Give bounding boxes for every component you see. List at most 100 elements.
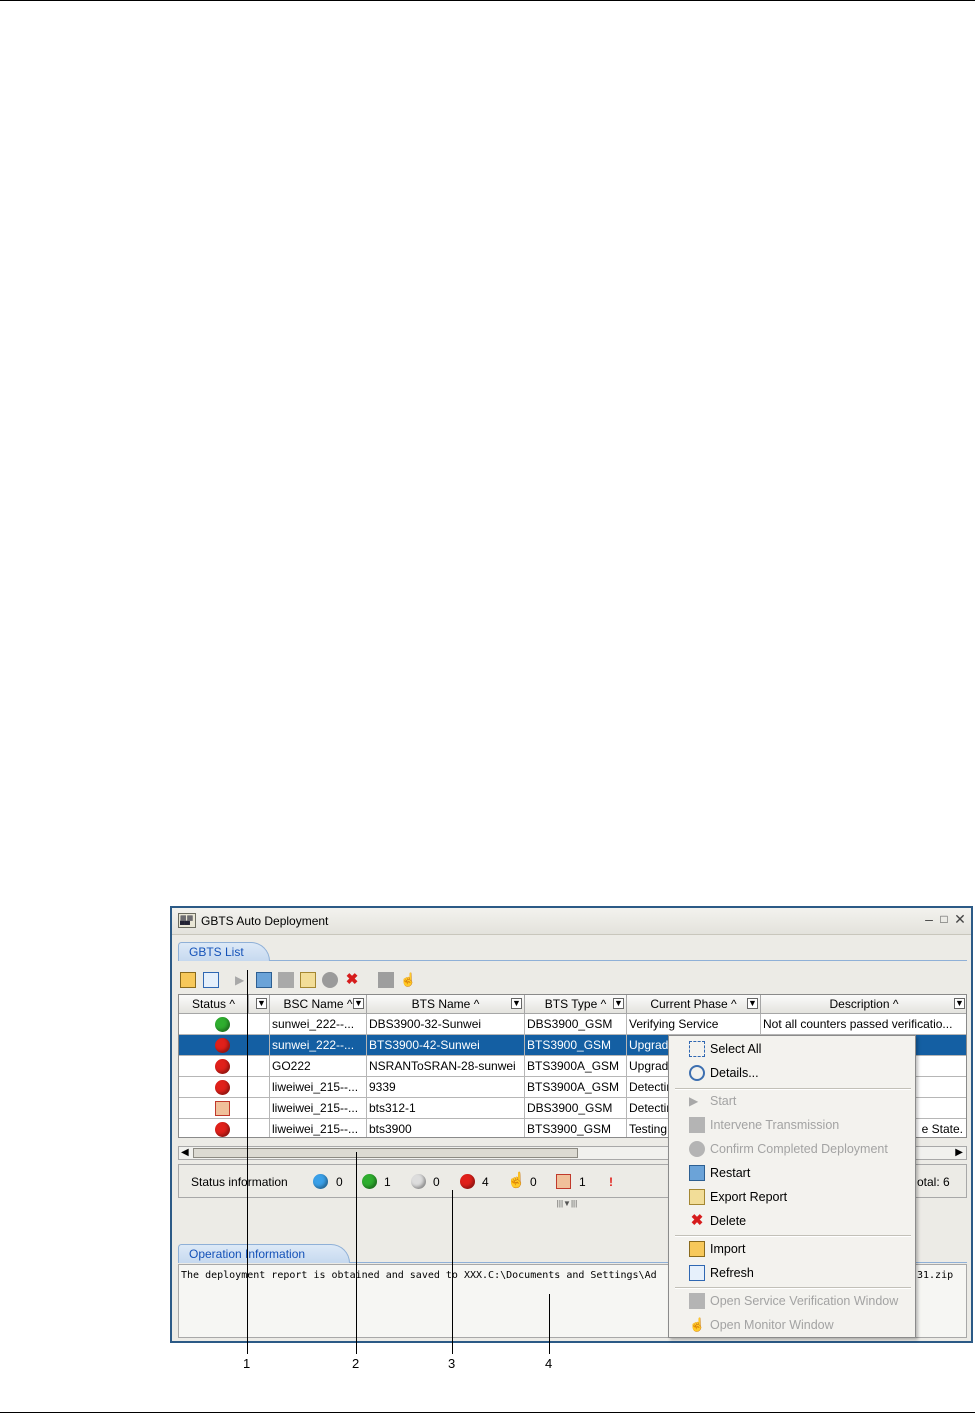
cell-bts-name: bts312-1 (367, 1098, 525, 1119)
status-count: 1 (384, 1175, 391, 1189)
status-green-clock-icon (215, 1017, 230, 1032)
splitter-handle[interactable]: |||▼||| (542, 1200, 592, 1208)
cell-bsc-name: GO222 (270, 1056, 367, 1077)
status-red-icon (215, 1080, 230, 1095)
grey-circle-icon (411, 1174, 426, 1189)
callout-line-4 (549, 1294, 550, 1354)
green-circle-icon (362, 1174, 377, 1189)
callout-number-3: 3 (448, 1356, 456, 1371)
filter-icon[interactable]: ▼ (613, 998, 624, 1009)
status-count: 1 (579, 1175, 586, 1189)
monitor-window-icon[interactable]: ☝ (400, 972, 416, 988)
export-icon (689, 1189, 705, 1205)
cell-bts-name: BTS3900-42-Sunwei (367, 1035, 525, 1056)
refresh-icon (689, 1265, 705, 1281)
exclamation-icon: ! (609, 1175, 613, 1189)
filter-icon[interactable]: ▼ (511, 998, 522, 1009)
status-information-label: Status information (191, 1175, 288, 1189)
minimize-button[interactable]: – (922, 911, 936, 927)
filter-icon[interactable]: ▼ (954, 998, 965, 1009)
monitor-window-icon: ☝ (689, 1317, 706, 1332)
menu-item-delete[interactable]: ✖ Delete (669, 1210, 915, 1232)
filter-icon[interactable]: ▼ (256, 998, 267, 1009)
menu-item-confirm-completed-deployment[interactable]: Confirm Completed Deployment (669, 1138, 915, 1160)
confirm-icon[interactable] (322, 972, 338, 988)
menu-item-restart[interactable]: Restart (669, 1162, 915, 1184)
menu-item-details[interactable]: Details... (669, 1062, 915, 1084)
callout-line-1 (247, 970, 248, 1354)
import-icon (689, 1241, 705, 1257)
status-red-icon (215, 1038, 230, 1053)
blue-circle-icon (313, 1174, 328, 1189)
select-all-icon (689, 1041, 705, 1057)
verify-window-icon[interactable] (378, 972, 394, 988)
intervene-icon (556, 1174, 571, 1189)
refresh-icon[interactable] (203, 972, 219, 988)
status-total: otal: 6 (917, 1175, 950, 1189)
operation-message: The deployment report is obtained and sa… (181, 1270, 657, 1281)
start-icon: ▶ (689, 1094, 699, 1108)
cell-bsc-name: liweiwei_215--... (270, 1119, 367, 1137)
menu-item-select-all[interactable]: Select All (669, 1038, 915, 1060)
status-count: 0 (336, 1175, 343, 1189)
start-icon[interactable]: ▶ (235, 972, 251, 988)
window-title: GBTS Auto Deployment (201, 914, 329, 928)
status-count: 4 (482, 1175, 489, 1189)
column-header-bts-type[interactable]: BTS Type ^ ▼ (525, 995, 627, 1014)
import-icon[interactable] (180, 972, 196, 988)
menu-separator (675, 1235, 911, 1237)
cell-bts-type: BTS3900A_GSM (525, 1077, 627, 1098)
callout-line-2 (356, 1152, 357, 1354)
scroll-right-icon[interactable]: ▶ (955, 1147, 963, 1159)
callout-number-4: 4 (545, 1356, 553, 1371)
menu-item-open-monitor-window[interactable]: ☝ Open Monitor Window (669, 1314, 915, 1336)
column-header-bts-name[interactable]: BTS Name ^ ▼ (367, 995, 525, 1014)
restart-icon[interactable] (256, 972, 272, 988)
red-circle-icon (460, 1174, 475, 1189)
maximize-button[interactable]: □ (937, 911, 951, 927)
cell-bts-name: 9339 (367, 1077, 525, 1098)
menu-separator (675, 1287, 911, 1289)
page-top-rule (0, 0, 975, 1)
details-icon (689, 1065, 705, 1081)
menu-item-intervene-transmission[interactable]: Intervene Transmission (669, 1114, 915, 1136)
hand-icon: ☝ (507, 1172, 526, 1189)
cell-bsc-name: liweiwei_215--... (270, 1098, 367, 1119)
cell-bsc-name: liweiwei_215--... (270, 1077, 367, 1098)
scrollbar-thumb[interactable] (193, 1148, 578, 1158)
cell-bts-type: BTS3900A_GSM (525, 1056, 627, 1077)
cell-current-phase: Verifying Service (627, 1014, 761, 1035)
cell-bsc-name: sunwei_222--... (270, 1014, 367, 1035)
status-intervene-icon (215, 1101, 230, 1116)
delete-icon: ✖ (690, 1212, 704, 1229)
column-header-status[interactable]: Status ^ (179, 995, 249, 1014)
cell-bts-type: BTS3900_GSM (525, 1035, 627, 1056)
column-header-current-phase[interactable]: Current Phase ^ ▼ (627, 995, 761, 1014)
cell-bts-name: bts3900 (367, 1119, 525, 1137)
cell-bts-type: BTS3900_GSM (525, 1119, 627, 1137)
intervene-transmission-icon[interactable] (278, 972, 294, 988)
column-header-filler: ▼ (249, 995, 270, 1014)
delete-icon[interactable]: ✖ (344, 972, 360, 988)
close-button[interactable]: ✕ (953, 911, 967, 927)
status-count: 0 (530, 1175, 537, 1189)
tab-divider (270, 960, 967, 961)
filter-icon[interactable]: ▼ (353, 998, 364, 1009)
menu-item-open-service-verification-window[interactable]: Open Service Verification Window (669, 1290, 915, 1312)
tab-gbts-list[interactable]: GBTS List (178, 942, 270, 961)
toolbar: ▶ ✖ ☝ (178, 970, 967, 990)
tab-operation-information[interactable]: Operation Information (178, 1244, 350, 1263)
filter-icon[interactable]: ▼ (747, 998, 758, 1009)
menu-item-refresh[interactable]: Refresh (669, 1262, 915, 1284)
menu-item-start[interactable]: ▶ Start (669, 1090, 915, 1112)
menu-item-export-report[interactable]: Export Report (669, 1186, 915, 1208)
menu-item-import[interactable]: Import (669, 1238, 915, 1260)
scroll-left-icon[interactable]: ◀ (181, 1147, 189, 1159)
cell-bsc-name: sunwei_222--... (270, 1035, 367, 1056)
column-header-description[interactable]: Description ^ ▼ (761, 995, 966, 1014)
export-report-icon[interactable] (300, 972, 316, 988)
status-count: 0 (433, 1175, 440, 1189)
column-header-bsc-name[interactable]: BSC Name ^ ▼ (270, 995, 367, 1014)
context-menu: Select All Details... ▶ Start Intervene … (668, 1035, 916, 1338)
intervene-icon (689, 1117, 705, 1133)
